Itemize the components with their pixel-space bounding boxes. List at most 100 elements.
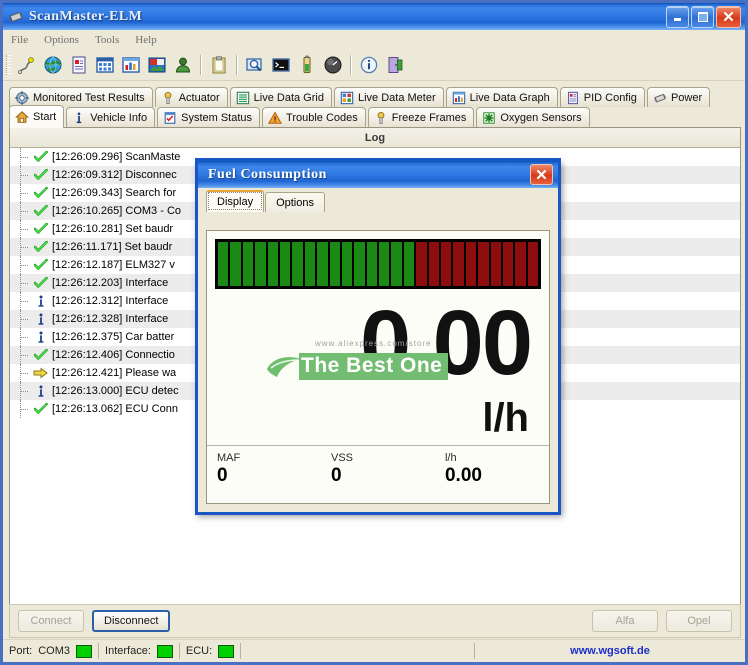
bargraph-segment — [230, 242, 241, 286]
info-icon[interactable] — [357, 53, 381, 77]
tab-trouble-codes[interactable]: Trouble Codes — [262, 107, 366, 128]
tab-live-data-graph[interactable]: Live Data Graph — [445, 87, 558, 107]
bargraph-segment — [515, 242, 526, 286]
tab-start[interactable]: Start — [9, 105, 65, 128]
interface-label: Interface: — [105, 645, 151, 657]
bargraph-segment — [527, 242, 539, 286]
readout-maf: MAF 0 — [207, 452, 321, 503]
status-ecu: ECU: — [180, 643, 242, 659]
report-icon[interactable] — [67, 53, 91, 77]
toolbar-separator — [200, 55, 202, 75]
tree-connector — [10, 400, 32, 418]
menu-tools[interactable]: Tools — [87, 32, 127, 48]
console-icon[interactable] — [269, 53, 293, 77]
tree-connector — [10, 220, 32, 238]
fuel-dialog-close-button[interactable] — [530, 164, 553, 185]
connect-icon[interactable] — [15, 53, 39, 77]
tree-connector — [10, 238, 32, 256]
connect-button[interactable]: Connect — [18, 610, 84, 632]
grid-icon[interactable] — [93, 53, 117, 77]
readout-label: VSS — [330, 452, 353, 464]
bargraph-segment — [391, 242, 402, 286]
fuel-tab-options[interactable]: Options — [265, 192, 325, 212]
ecu-label: ECU: — [185, 645, 213, 657]
tab-label: Live Data Graph — [469, 91, 550, 104]
alfa-button[interactable]: Alfa — [592, 610, 658, 632]
user-icon[interactable] — [171, 53, 195, 77]
tab-live-data-grid[interactable]: Live Data Grid — [229, 87, 332, 107]
tab-row-secondary: Start Vehicle Info System Status Trouble… — [9, 105, 741, 128]
bargraph-segment — [329, 242, 340, 286]
check-icon — [32, 205, 49, 217]
warning-icon — [268, 111, 282, 124]
check-icon — [32, 151, 49, 163]
tree-connector — [10, 382, 32, 400]
tree-connector — [10, 346, 32, 364]
log-text: [12:26:12.421] Please wa — [52, 367, 177, 379]
close-button[interactable] — [716, 5, 741, 28]
interface-led — [156, 644, 173, 658]
bargraph-segment — [317, 242, 328, 286]
terminal-search-icon[interactable] — [243, 53, 267, 77]
fuel-dialog-title-bar[interactable]: Fuel Consumption — [195, 158, 561, 188]
globe-icon[interactable] — [41, 53, 65, 77]
maximize-button[interactable] — [691, 5, 714, 28]
website-link[interactable]: www.wgsoft.de — [475, 645, 745, 657]
chip-icon — [8, 9, 24, 25]
menu-help[interactable]: Help — [127, 32, 164, 48]
image-icon[interactable] — [145, 53, 169, 77]
status-interface: Interface: — [99, 643, 180, 659]
disconnect-button[interactable]: Disconnect — [92, 610, 171, 632]
readout-label: l/h — [444, 452, 457, 464]
arrow-icon — [32, 367, 49, 379]
gear-icon — [15, 90, 29, 105]
tab-row-primary: Monitored Test Results Actuator Live Dat… — [9, 87, 741, 107]
tree-connector — [10, 292, 32, 310]
title-bar: ScanMaster-ELM — [3, 3, 745, 30]
tab-pid-config[interactable]: PID Config — [559, 87, 645, 107]
readout-lph: l/h 0.00 — [435, 452, 549, 503]
exit-icon[interactable] — [383, 53, 407, 77]
gauge-icon[interactable] — [321, 53, 345, 77]
chart-icon[interactable] — [119, 53, 143, 77]
tab-label: Start — [33, 111, 57, 123]
tab-freeze-frames[interactable]: Freeze Frames — [367, 107, 475, 128]
check-icon — [32, 403, 49, 415]
tree-connector — [10, 274, 32, 292]
bargraph-segment — [490, 242, 501, 286]
menu-options[interactable]: Options — [36, 32, 87, 48]
bargraph-segment — [304, 242, 316, 286]
log-text: [12:26:12.328] Interface — [52, 313, 169, 325]
status-bar: Port: COM3 Interface: ECU: www.wgsoft.de — [3, 639, 745, 662]
battery-icon[interactable] — [295, 53, 319, 77]
tab-actuator[interactable]: Actuator — [154, 87, 228, 107]
log-text: [12:26:12.312] Interface — [52, 295, 169, 307]
watermark-url: www.aliexpress.com/store — [315, 339, 432, 348]
tab-live-data-meter[interactable]: Live Data Meter — [333, 87, 444, 107]
clipboard-icon[interactable] — [207, 53, 231, 77]
bargraph-segment — [292, 242, 303, 286]
opel-button[interactable]: Opel — [666, 610, 732, 632]
tab-power[interactable]: Power — [646, 87, 711, 107]
status-port: Port: COM3 — [3, 643, 100, 659]
bargraph-segment — [354, 242, 365, 286]
toolbar-grip[interactable] — [6, 55, 11, 75]
tab-system-status[interactable]: System Status — [157, 107, 261, 128]
log-text: [12:26:09.296] ScanMaste — [52, 151, 181, 163]
bargraph-segment — [428, 242, 440, 286]
bargraph-segment — [453, 242, 464, 286]
readout-value: 0 — [217, 465, 228, 486]
readout-vss: VSS 0 — [321, 452, 435, 503]
tab-monitored-test-results[interactable]: Monitored Test Results — [9, 87, 153, 107]
bargraph-segment — [416, 242, 427, 286]
menu-file[interactable]: File — [3, 32, 36, 48]
tab-label: System Status — [181, 112, 253, 124]
tab-label: Power — [670, 91, 703, 104]
fuel-tab-display[interactable]: Display — [206, 190, 265, 212]
port-label: Port: — [9, 645, 33, 657]
tab-vehicle-info[interactable]: Vehicle Info — [66, 107, 156, 128]
tab-oxygen-sensors[interactable]: Oxygen Sensors — [476, 107, 590, 128]
tab-label: Monitored Test Results — [33, 91, 145, 104]
minimize-button[interactable] — [666, 5, 689, 28]
bargraph-segment — [465, 242, 477, 286]
